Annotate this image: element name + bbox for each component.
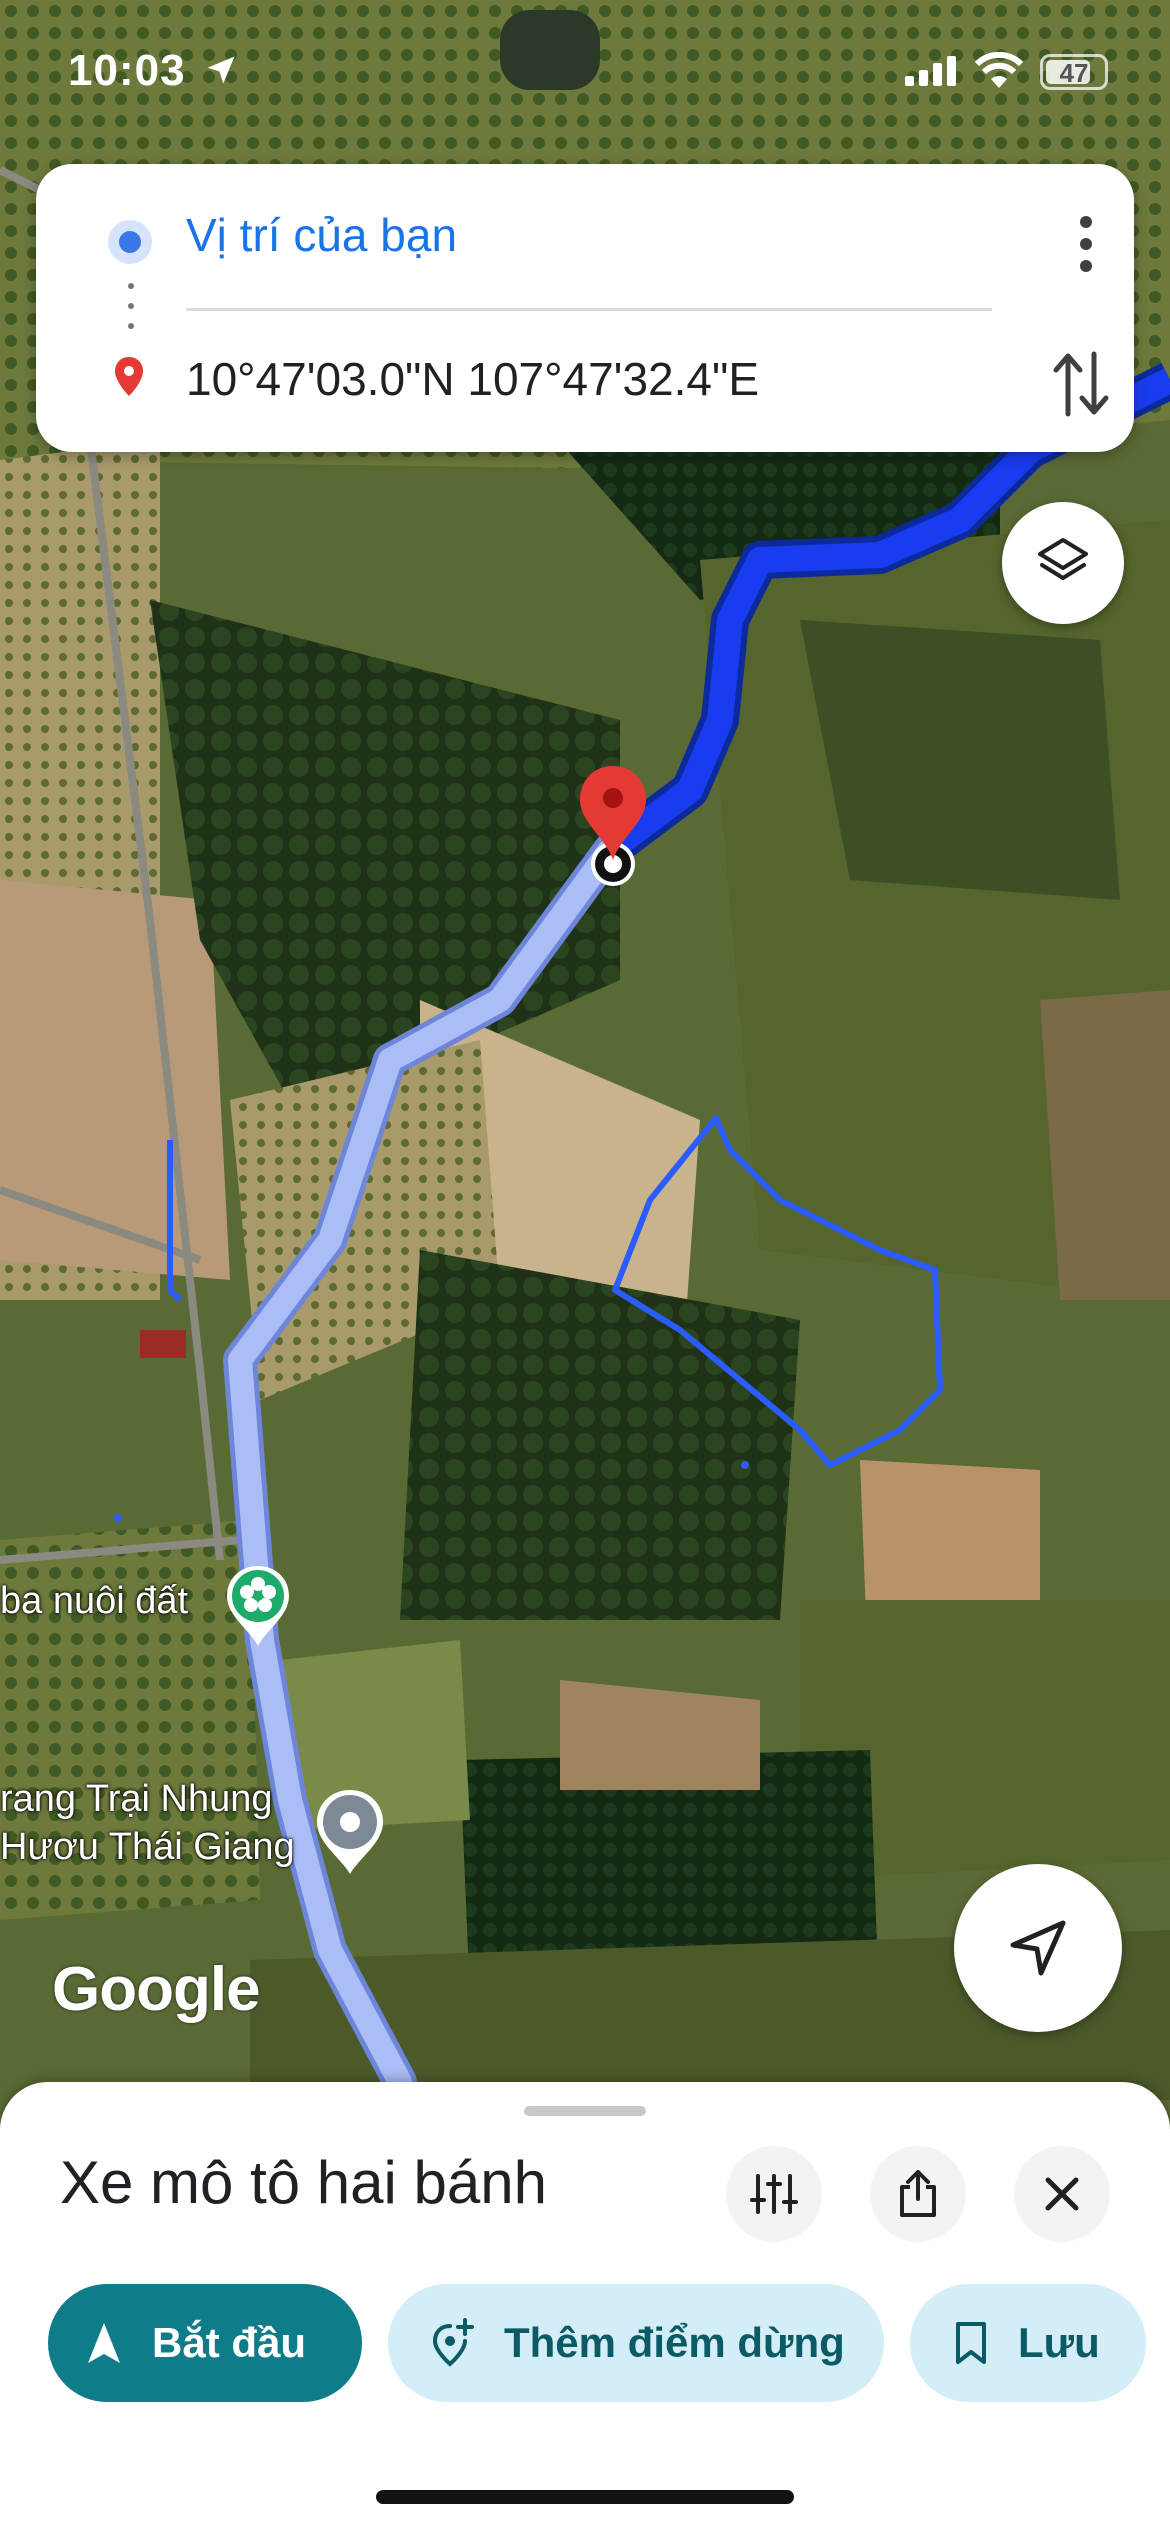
swap-directions-icon[interactable]	[1046, 344, 1116, 424]
add-location-icon	[432, 2318, 474, 2367]
share-button[interactable]	[870, 2146, 966, 2242]
route-options-button[interactable]	[726, 2146, 822, 2242]
destination-marker-icon	[115, 357, 143, 396]
home-indicator[interactable]	[376, 2490, 794, 2504]
save-button-label: Lưu	[1018, 2319, 1100, 2366]
route-card: Vị trí của bạn 10°47'03.0"N 107°47'32.4"…	[36, 164, 1134, 452]
cellular-signal-icon	[905, 56, 956, 86]
sheet-grabber[interactable]	[524, 2106, 646, 2116]
battery-icon: 47	[1040, 54, 1108, 90]
add-stop-button-label: Thêm điểm dừng	[504, 2319, 845, 2366]
location-arrow-icon	[207, 56, 235, 84]
poi-flower-icon[interactable]	[224, 1564, 292, 1648]
poi-place-icon[interactable]	[314, 1788, 386, 1876]
divider	[186, 308, 992, 311]
navigation-icon	[88, 2323, 120, 2363]
recenter-button[interactable]	[954, 1864, 1122, 2032]
map-label-poi-2-line2[interactable]: Hươu Thái Giang	[0, 1826, 295, 1869]
tune-icon	[750, 2174, 798, 2214]
bookmark-icon	[956, 2322, 986, 2364]
save-button[interactable]: Lưu	[910, 2284, 1146, 2402]
route-connector-dots	[128, 283, 134, 329]
layers-icon	[1038, 538, 1088, 580]
start-button[interactable]: Bắt đầu	[48, 2284, 362, 2402]
map-label-poi-1[interactable]: ba nuôi đất	[0, 1580, 188, 1623]
close-button[interactable]	[1014, 2146, 1110, 2242]
status-time: 10:03	[68, 46, 186, 95]
google-logo: Google	[52, 1955, 261, 2024]
origin-field[interactable]: Vị trí của bạn	[186, 208, 457, 262]
travel-mode-title: Xe mô tô hai bánh	[60, 2149, 548, 2216]
more-options-icon[interactable]	[1056, 204, 1116, 284]
layers-button[interactable]	[1002, 502, 1124, 624]
destination-field[interactable]: 10°47'03.0"N 107°47'32.4"E	[186, 352, 759, 406]
start-button-label: Bắt đầu	[152, 2319, 307, 2366]
status-bar: 10:03 47	[0, 0, 1170, 150]
destination-pin-icon[interactable]	[576, 764, 650, 894]
map-label-poi-2-line1[interactable]: rang Trại Nhung	[0, 1778, 273, 1821]
navigation-arrow-icon	[1010, 1920, 1066, 1976]
bottom-sheet: Xe mô tô hai bánh Bắt đầu Thêm điểm dừng…	[0, 2082, 1170, 2532]
add-stop-button[interactable]: Thêm điểm dừng	[388, 2284, 884, 2402]
share-icon	[900, 2170, 936, 2217]
origin-dot-icon	[108, 220, 152, 264]
battery-level: 47	[1059, 58, 1089, 88]
wifi-icon	[974, 52, 1024, 88]
close-icon	[1045, 2177, 1079, 2211]
